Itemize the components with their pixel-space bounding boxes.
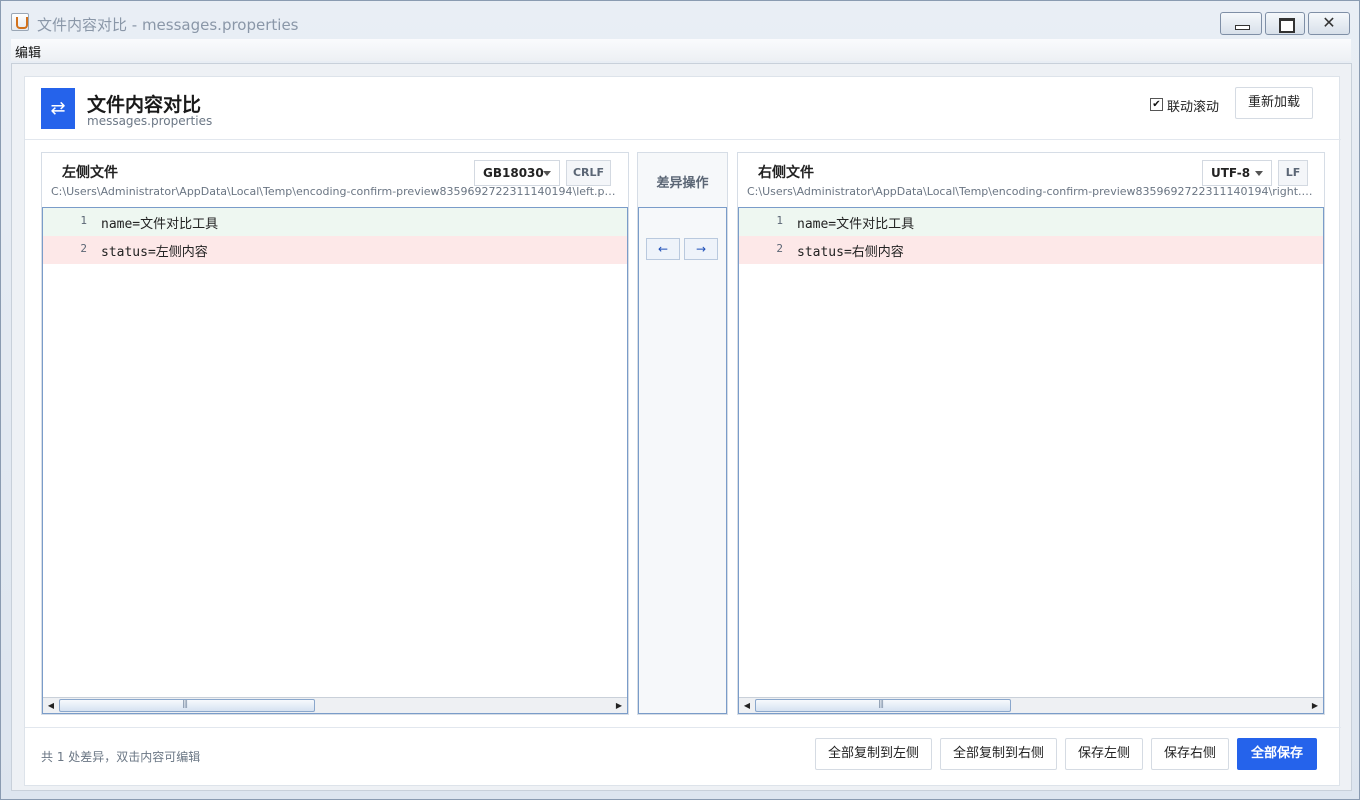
line-text[interactable]: status=右侧内容	[797, 241, 904, 260]
left-panel-header: 左侧文件 GB18030 CRLF C:\Users\Administrator…	[42, 153, 628, 207]
compare-header: ⇄ 文件内容对比 messages.properties ✔ 联动滚动 重新加载	[25, 77, 1341, 140]
left-encoding-select[interactable]: GB18030	[474, 160, 560, 186]
left-editor[interactable]: 1 name=文件对比工具 2 status=左侧内容 ◀ ▶	[42, 207, 628, 714]
right-eol-badge[interactable]: LF	[1278, 160, 1308, 186]
page-title: 文件内容对比	[87, 94, 202, 116]
menu-edit[interactable]: 编辑	[15, 42, 41, 61]
right-line-1[interactable]: 1 name=文件对比工具	[739, 208, 1323, 236]
line-text[interactable]: name=文件对比工具	[797, 213, 914, 232]
right-encoding-value: UTF-8	[1211, 166, 1251, 180]
minimize-button[interactable]	[1220, 12, 1262, 35]
line-text[interactable]: name=文件对比工具	[101, 213, 218, 232]
line-number: 1	[776, 214, 783, 227]
scroll-left-icon[interactable]: ◀	[44, 699, 58, 712]
save-left-button[interactable]: 保存左侧	[1065, 738, 1143, 770]
save-all-button[interactable]: 全部保存	[1237, 738, 1317, 770]
copy-to-right-button[interactable]: →	[684, 238, 718, 260]
left-eol-badge[interactable]: CRLF	[566, 160, 611, 186]
diff-operations-body: ← →	[638, 207, 727, 714]
left-line-2[interactable]: 2 status=左侧内容	[43, 236, 627, 264]
line-number: 1	[80, 214, 87, 227]
line-text[interactable]: status=左侧内容	[101, 241, 208, 260]
diff-status-text: 共 1 处差异，双击内容可编辑	[41, 750, 201, 764]
file-name-subtitle: messages.properties	[87, 114, 213, 128]
right-file-panel: 右侧文件 UTF-8 LF C:\Users\Administrator\App…	[737, 152, 1325, 715]
left-horizontal-scrollbar[interactable]: ◀ ▶	[43, 697, 627, 713]
right-panel-title: 右侧文件	[758, 165, 814, 181]
java-app-icon	[11, 13, 29, 31]
compare-card: ⇄ 文件内容对比 messages.properties ✔ 联动滚动 重新加载…	[24, 76, 1341, 786]
copy-to-left-button[interactable]: ←	[646, 238, 680, 260]
content-area: ⇄ 文件内容对比 messages.properties ✔ 联动滚动 重新加载…	[11, 63, 1352, 791]
maximize-button[interactable]	[1265, 12, 1305, 35]
line-number: 2	[80, 242, 87, 255]
scroll-left-icon[interactable]: ◀	[740, 699, 754, 712]
scroll-right-icon[interactable]: ▶	[1308, 699, 1322, 712]
scrollbar-thumb[interactable]	[59, 699, 315, 712]
right-encoding-select[interactable]: UTF-8	[1202, 160, 1272, 186]
save-right-button[interactable]: 保存右侧	[1151, 738, 1229, 770]
left-line-1[interactable]: 1 name=文件对比工具	[43, 208, 627, 236]
close-button[interactable]: ✕	[1308, 12, 1350, 35]
arrow-left-icon: ←	[657, 242, 669, 256]
compare-icon: ⇄	[41, 88, 75, 129]
diff-operations-panel: 差异操作 ← →	[637, 152, 728, 715]
chevron-down-icon	[543, 171, 551, 176]
right-editor[interactable]: 1 name=文件对比工具 2 status=右侧内容 ◀ ▶	[738, 207, 1324, 714]
close-icon: ✕	[1322, 13, 1336, 32]
left-panel-title: 左侧文件	[62, 165, 118, 181]
copy-all-to-left-button[interactable]: 全部复制到左侧	[815, 738, 932, 770]
window-title: 文件内容对比 - messages.properties	[37, 16, 299, 34]
diff-operations-title: 差异操作	[656, 176, 709, 191]
scroll-right-icon[interactable]: ▶	[612, 699, 626, 712]
left-file-panel: 左侧文件 GB18030 CRLF C:\Users\Administrator…	[41, 152, 629, 715]
right-file-path: C:\Users\Administrator\AppData\Local\Tem…	[747, 185, 1315, 198]
menu-bar: 编辑	[11, 39, 1351, 61]
arrow-right-icon: →	[695, 242, 707, 256]
app-window: 文件内容对比 - messages.properties ✕ 编辑 ⇄ 文件内容…	[0, 0, 1360, 800]
reload-button[interactable]: 重新加载	[1235, 87, 1313, 119]
copy-all-to-right-button[interactable]: 全部复制到右侧	[940, 738, 1057, 770]
left-encoding-value: GB18030	[483, 166, 544, 180]
title-bar[interactable]: 文件内容对比 - messages.properties ✕	[1, 1, 1359, 39]
scrollbar-thumb[interactable]	[755, 699, 1011, 712]
right-line-2[interactable]: 2 status=右侧内容	[739, 236, 1323, 264]
left-file-path: C:\Users\Administrator\AppData\Local\Tem…	[51, 185, 619, 198]
line-number: 2	[776, 242, 783, 255]
chevron-down-icon	[1255, 171, 1263, 176]
right-horizontal-scrollbar[interactable]: ◀ ▶	[739, 697, 1323, 713]
right-panel-header: 右侧文件 UTF-8 LF C:\Users\Administrator\App…	[738, 153, 1324, 207]
sync-scroll-label[interactable]: 联动滚动	[1167, 96, 1219, 115]
sync-scroll-checkbox[interactable]: ✔	[1150, 98, 1163, 111]
compare-footer: 共 1 处差异，双击内容可编辑 全部复制到左侧 全部复制到右侧 保存左侧 保存右…	[25, 727, 1341, 785]
